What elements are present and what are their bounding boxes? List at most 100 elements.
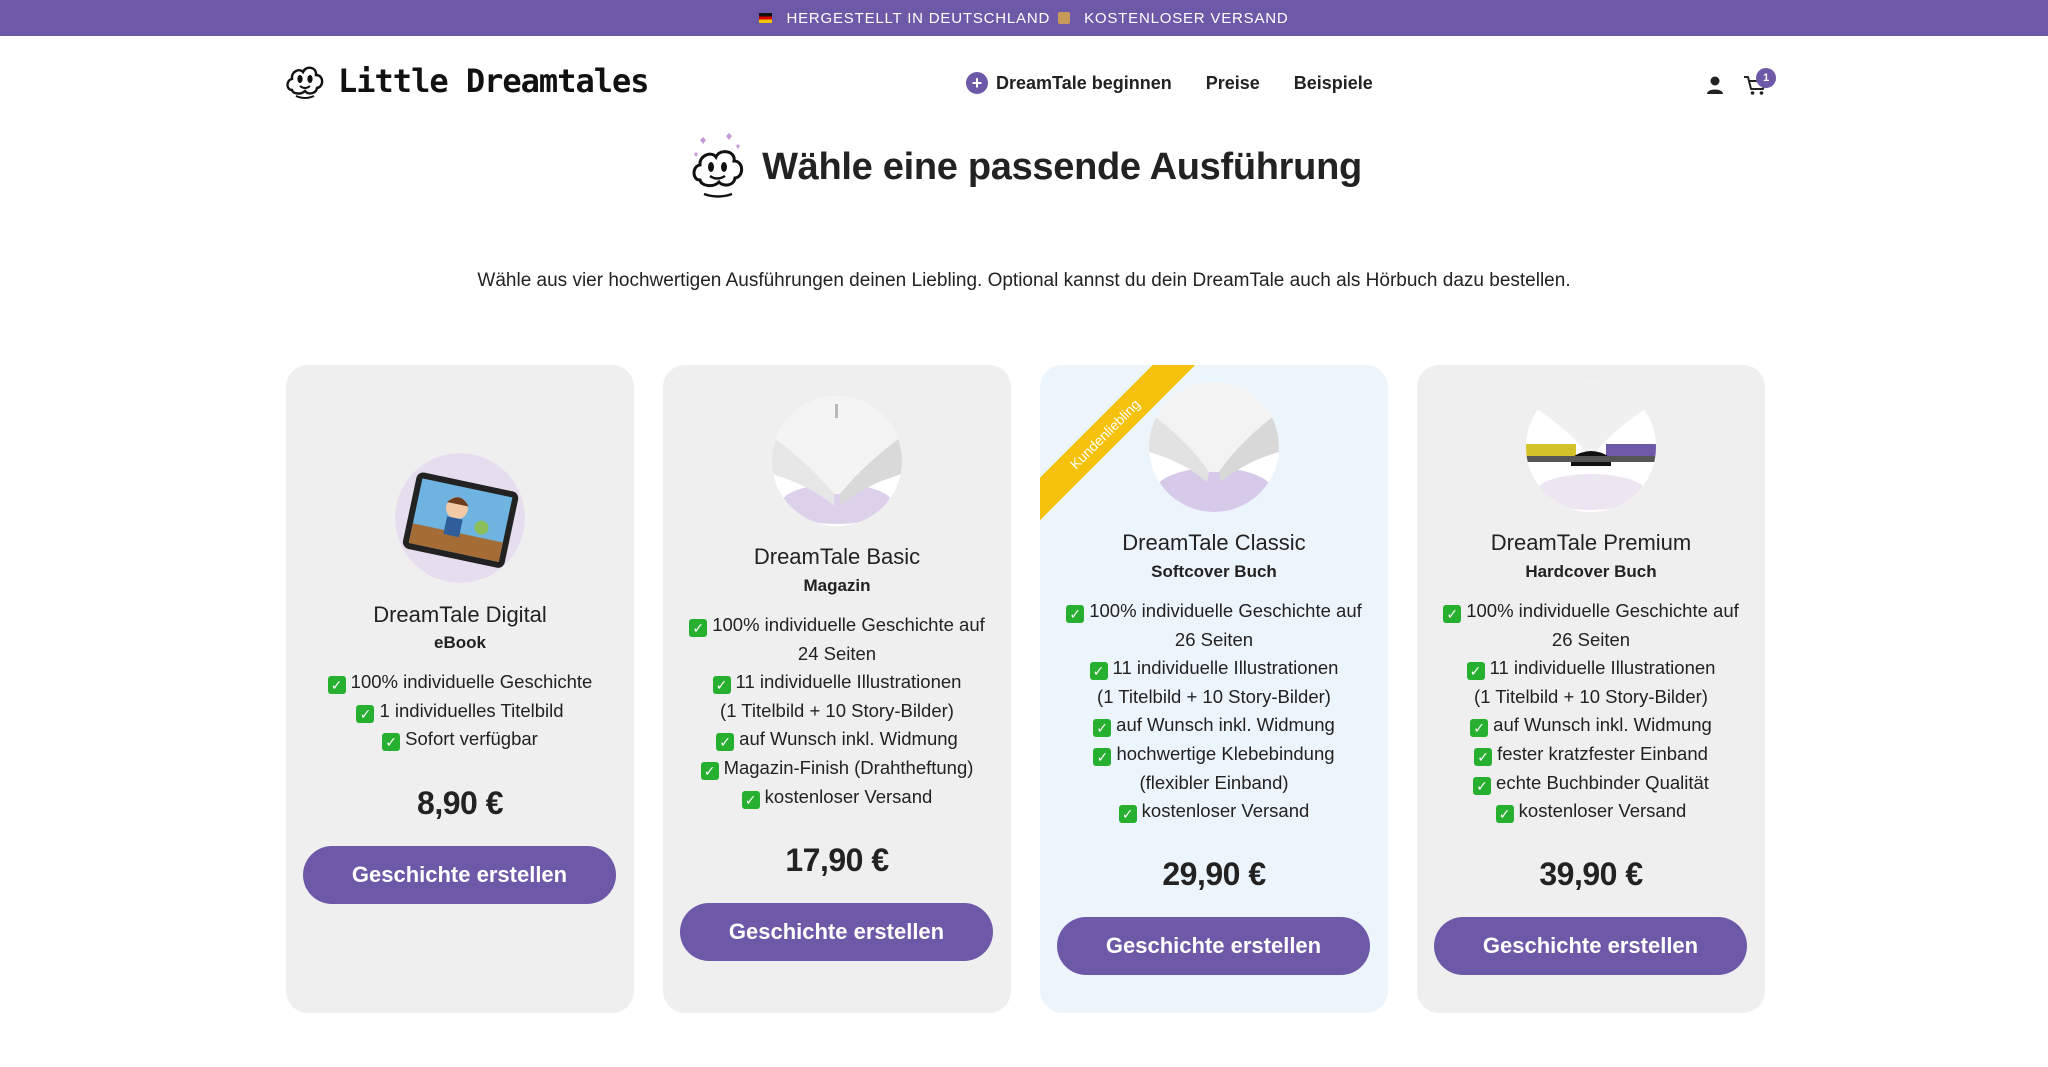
feature-text: auf Wunsch inkl. Widmung <box>1493 714 1712 736</box>
cart-count-badge: 1 <box>1756 68 1776 88</box>
list-item: (1 Titelbild + 10 Story-Bilder) <box>681 697 993 726</box>
check-icon: ✓ <box>382 733 401 752</box>
list-item: ✓ 100% individuelle Geschichte <box>304 668 616 697</box>
list-item: ✓ Sofort verfügbar <box>304 725 616 754</box>
feature-text: 11 individuelle Illustrationen <box>1489 657 1716 679</box>
list-item: ✓ 11 individuelle Illustrationen <box>1435 654 1747 683</box>
list-item: ✓ 100% individuelle Geschichte auf <box>1058 597 1370 626</box>
list-item: ✓ hochwertige Klebebindung <box>1058 740 1370 769</box>
free-shipping-text: KOSTENLOSER VERSAND <box>1084 9 1289 27</box>
check-icon: ✓ <box>1093 719 1112 738</box>
list-item: (flexibler Einband) <box>1058 769 1370 798</box>
list-item: ✓ 11 individuelle Illustrationen <box>1058 654 1370 683</box>
check-icon: ✓ <box>1089 662 1108 681</box>
user-icon[interactable] <box>1704 74 1726 96</box>
feature-text: auf Wunsch inkl. Widmung <box>1116 714 1335 736</box>
feature-text: 11 individuelle Illustrationen <box>735 671 962 693</box>
product-price: 8,90 € <box>417 785 503 821</box>
check-icon: ✓ <box>1093 747 1112 766</box>
check-icon: ✓ <box>1443 605 1462 623</box>
cloud-face-icon <box>286 66 324 99</box>
feature-text: auf Wunsch inkl. Widmung <box>739 728 958 750</box>
cloud-face-hearts-icon <box>692 133 744 198</box>
product-format: Magazin <box>803 576 871 595</box>
check-icon: ✓ <box>1474 747 1493 766</box>
create-story-button[interactable]: Geschichte erstellen <box>1434 917 1747 975</box>
list-item: ✓ auf Wunsch inkl. Widmung <box>681 725 993 754</box>
feature-text: Sofort verfügbar <box>405 728 538 750</box>
page-title: Wähle eine passende Ausführung <box>762 145 1362 188</box>
product-card-digital: DreamTale Digital eBook ✓ 100% individuel… <box>286 365 634 1013</box>
feature-text: 100% individuelle Geschichte <box>350 671 593 692</box>
nav-item-label: DreamTale beginnen <box>996 72 1172 93</box>
check-icon: ✓ <box>700 761 719 780</box>
feature-text: fester kratzfester Einband <box>1497 742 1708 764</box>
feature-text: 1 individuelles Titelbild <box>379 699 564 721</box>
list-item: 26 Seiten <box>1058 626 1370 655</box>
feature-text: 100% individuelle Geschichte auf <box>712 614 985 635</box>
nav-item-dreamtale-beginnen[interactable]: + DreamTale beginnen <box>966 72 1172 94</box>
check-icon: ✓ <box>1473 776 1492 795</box>
product-card-basic: DreamTale Basic Magazin ✓ 100% individuel… <box>663 365 1011 1013</box>
list-item: 26 Seiten <box>1435 626 1747 655</box>
list-item: ✓ kostenloser Versand <box>681 783 993 812</box>
feature-text: (flexibler Einband) <box>1139 771 1289 793</box>
product-name: DreamTale Basic <box>753 544 921 569</box>
page-heading: Wähle eine passende Ausführung <box>0 132 2048 202</box>
list-item: ✓ 100% individuelle Geschichte auf <box>1435 597 1747 626</box>
feature-text: 26 Seiten <box>1174 628 1254 650</box>
feature-text: kostenloser Versand <box>1141 800 1310 822</box>
promo-bar: HERGESTELLT IN DEUTSCHLAND KOSTENLOSER V… <box>0 0 2048 36</box>
check-icon: ✓ <box>716 733 735 752</box>
hardcover-image <box>1526 382 1656 512</box>
list-item: ✓ fester kratzfester Einband <box>1435 740 1747 769</box>
site-header: Little Dreamtales + DreamTale beginnen P… <box>0 36 2048 136</box>
check-icon: ✓ <box>689 619 708 637</box>
softcover-image <box>1149 382 1279 512</box>
list-item: ✓ auf Wunsch inkl. Widmung <box>1058 711 1370 740</box>
list-item: ✓ auf Wunsch inkl. Widmung <box>1435 711 1747 740</box>
package-icon <box>1058 12 1071 24</box>
product-price: 29,90 € <box>1162 856 1266 892</box>
list-item: (1 Titelbild + 10 Story-Bilder) <box>1058 683 1370 712</box>
check-icon: ✓ <box>741 790 760 809</box>
ebook-image <box>395 453 525 583</box>
product-name: DreamTale Classic <box>1122 530 1306 555</box>
list-item: ✓ kostenloser Versand <box>1435 797 1747 826</box>
check-icon: ✓ <box>1470 719 1489 738</box>
list-item: (1 Titelbild + 10 Story-Bilder) <box>1435 683 1747 712</box>
feature-text: kostenloser Versand <box>1518 800 1687 822</box>
product-card-classic: Kundenliebling DreamTale Classic Softcov… <box>1040 365 1388 1013</box>
check-icon: ✓ <box>327 676 346 694</box>
magazine-image <box>772 396 902 526</box>
product-name: DreamTale Premium <box>1490 530 1692 555</box>
feature-text: 100% individuelle Geschichte auf <box>1089 600 1362 621</box>
feature-text: hochwertige Klebebindung <box>1116 742 1335 764</box>
list-item: ✓ kostenloser Versand <box>1058 797 1370 826</box>
product-name: DreamTale Digital <box>373 602 547 627</box>
product-format: Softcover Buch <box>1151 562 1277 581</box>
germany-flag-icon <box>759 13 773 23</box>
nav-item-preise[interactable]: Preise <box>1206 73 1260 94</box>
product-format: eBook <box>434 633 486 652</box>
create-story-button[interactable]: Geschichte erstellen <box>303 846 616 904</box>
feature-text: 26 Seiten <box>1551 628 1631 650</box>
main-nav: + DreamTale beginnen Preise Beispiele <box>966 72 1373 94</box>
product-price: 17,90 € <box>785 842 889 878</box>
logo[interactable]: Little Dreamtales <box>284 60 650 102</box>
feature-text: kostenloser Versand <box>764 785 933 807</box>
check-icon: ✓ <box>356 704 375 723</box>
feature-text: (1 Titelbild + 10 Story-Bilder) <box>1097 685 1331 707</box>
create-story-button[interactable]: Geschichte erstellen <box>680 903 993 961</box>
list-item: 24 Seiten <box>681 640 993 669</box>
feature-text: 24 Seiten <box>797 642 877 664</box>
list-item: ✓ Magazin-Finish (Drahtheftung) <box>681 754 993 783</box>
check-icon: ✓ <box>712 676 731 695</box>
logo-text: Little Dreamtales <box>338 62 650 100</box>
feature-list: ✓ 100% individuelle Geschichte auf 26 Sei… <box>1435 597 1747 826</box>
feature-text: echte Buchbinder Qualität <box>1496 771 1709 793</box>
nav-item-beispiele[interactable]: Beispiele <box>1294 73 1373 94</box>
check-icon: ✓ <box>1466 662 1485 681</box>
list-item: ✓ echte Buchbinder Qualität <box>1435 769 1747 798</box>
create-story-button[interactable]: Geschichte erstellen <box>1057 917 1370 975</box>
